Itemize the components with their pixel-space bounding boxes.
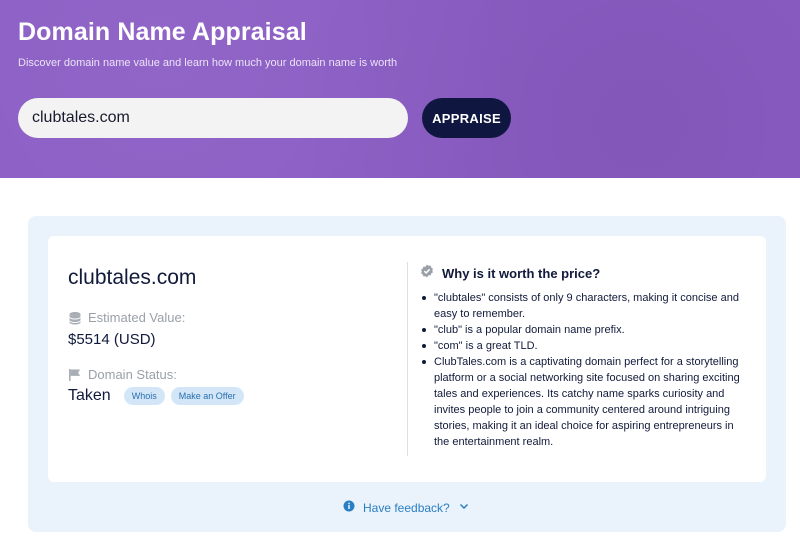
column-divider	[407, 262, 408, 456]
reasons-list: "clubtales" consists of only 9 character…	[420, 290, 750, 450]
reason-item: ClubTales.com is a captivating domain pe…	[420, 354, 750, 450]
flag-icon	[68, 368, 82, 382]
estimated-value-label-row: Estimated Value:	[68, 310, 185, 325]
reason-item: "club" is a popular domain name prefix.	[420, 322, 750, 338]
whois-button[interactable]: Whois	[123, 387, 165, 405]
feedback-toggle[interactable]: Have feedback?	[343, 500, 470, 515]
make-offer-button[interactable]: Make an Offer	[170, 387, 244, 405]
domain-search-input[interactable]	[18, 98, 408, 138]
why-heading: Why is it worth the price?	[442, 266, 601, 281]
page-title: Domain Name Appraisal	[18, 18, 307, 46]
result-domain-name: clubtales.com	[68, 266, 197, 289]
domain-status-label-row: Domain Status:	[68, 367, 177, 382]
domain-status-label: Domain Status:	[88, 367, 177, 382]
info-icon	[343, 500, 355, 515]
reason-item: "com" is a great TLD.	[420, 338, 750, 354]
estimated-value: $5514 (USD)	[68, 331, 156, 348]
reason-item: "clubtales" consists of only 9 character…	[420, 290, 750, 322]
domain-status-row: Taken Whois Make an Offer	[68, 387, 250, 405]
verified-badge-icon	[420, 264, 434, 283]
domain-status: Taken	[68, 387, 111, 404]
feedback-label: Have feedback?	[363, 500, 450, 515]
page-subtitle: Discover domain name value and learn how…	[18, 57, 398, 69]
chevron-down-icon	[458, 500, 470, 515]
estimated-value-label: Estimated Value:	[88, 310, 186, 325]
hero-banner: Domain Name Appraisal Discover domain na…	[0, 0, 800, 178]
appraise-button[interactable]: APPRAISE	[422, 98, 511, 138]
coins-icon	[68, 311, 82, 325]
why-heading-row: Why is it worth the price?	[420, 264, 600, 283]
